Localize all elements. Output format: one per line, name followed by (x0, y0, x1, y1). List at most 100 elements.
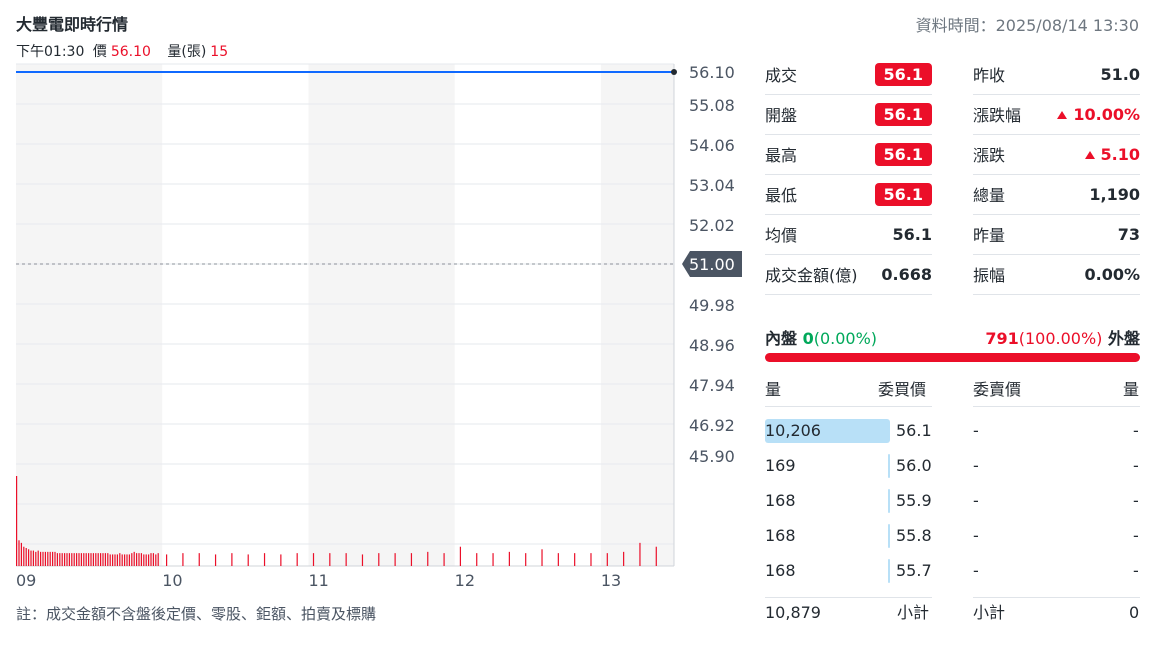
outer-value: 791 (985, 329, 1019, 348)
volume-bar (231, 553, 233, 566)
volume-bar (152, 553, 154, 566)
ask-volume: - (1133, 456, 1139, 475)
volume-bar (78, 553, 80, 566)
bid-price-header: 委買價 (878, 380, 927, 399)
last-price-dot (671, 69, 677, 75)
stat-label: 漲跌 (973, 146, 1006, 165)
bid-volume: 168 (765, 526, 796, 545)
stat-value-badge: 56.1 (874, 142, 932, 166)
volume-bar (92, 553, 94, 566)
volume-bar (85, 553, 87, 566)
volume-bar (590, 553, 592, 566)
bid-volume: 169 (765, 456, 796, 475)
y-tick-label: 49.98 (689, 296, 735, 315)
inner-label: 內盤 (765, 329, 798, 348)
ask-subtotal-label: 小計 (973, 603, 1006, 622)
divider (765, 406, 932, 407)
y-tick-label: 53.04 (689, 176, 735, 195)
volume-bar (138, 553, 140, 566)
stat-row: 總量 1,190 (973, 174, 1140, 215)
data-timestamp: 資料時間：2025/08/14 13:30 (915, 16, 1139, 35)
volume-bar (378, 553, 380, 566)
stat-value-text: 0.00% (1084, 264, 1140, 284)
volume-bar (25, 548, 27, 566)
bid-price: 55.8 (896, 526, 932, 545)
outer-pct: (100.00%) (1018, 329, 1103, 348)
volume-bar (492, 553, 494, 566)
volume-bar (541, 549, 543, 566)
bid-volume-bar (887, 559, 890, 583)
volume-bar (119, 553, 121, 566)
volume-bar (427, 551, 429, 566)
up-triangle-icon (1057, 110, 1068, 119)
volume-bar (124, 554, 126, 566)
y-tick-label: 52.02 (689, 216, 735, 235)
stat-row: 漲跌 5.10 (973, 134, 1140, 175)
stat-value-text: 73 (1117, 224, 1140, 244)
ask-volume-header: 量 (1123, 380, 1140, 399)
volume-bar (76, 553, 78, 566)
y-tick-label: 47.94 (689, 376, 735, 395)
volume-bar (128, 554, 130, 566)
volume-bar (42, 551, 44, 566)
stat-value-badge: 56.1 (874, 182, 932, 206)
volume-bar (68, 553, 70, 566)
volume-bar (49, 551, 51, 566)
stat-row: 漲跌幅 10.00% (973, 94, 1140, 135)
divider (973, 406, 1140, 407)
volume-bar (23, 546, 25, 566)
volume-bar (443, 553, 445, 566)
y-tick-label: 56.10 (689, 63, 735, 82)
bid-price: 55.7 (896, 561, 932, 580)
volume-bar (95, 553, 97, 566)
bid-volume: 168 (765, 561, 796, 580)
outer-label: 外盤 (1107, 329, 1140, 348)
volume-bar (361, 554, 364, 566)
stat-label: 成交 (765, 66, 798, 85)
volume-bar (655, 546, 657, 566)
inner-volume: 內盤 0(0.00%) (765, 325, 877, 349)
bid-total: 10,879 (765, 603, 821, 622)
volume-bar (126, 554, 128, 566)
ask-price: - (973, 421, 979, 440)
volume-bar (557, 553, 559, 566)
y-tick-label: 54.06 (689, 136, 735, 155)
stat-row: 均價 56.1 (765, 214, 932, 255)
volume-bar (140, 553, 142, 566)
volume-bar (312, 553, 315, 566)
volume-bar (133, 551, 135, 566)
stat-value: 10.00% (1057, 105, 1140, 124)
stat-label: 振幅 (973, 266, 1006, 285)
stat-value: 51.0 (1101, 65, 1140, 84)
ask-price: - (973, 526, 979, 545)
prev-close-label: 51.00 (689, 255, 735, 274)
divider (973, 597, 1140, 598)
volume-bar (182, 553, 184, 566)
volume-bar (28, 549, 30, 566)
stat-value: 1,190 (1089, 185, 1140, 204)
y-tick-label: 46.92 (689, 416, 735, 435)
stat-row: 最高 56.1 (765, 134, 932, 175)
volume-bar (16, 476, 18, 566)
volume-bar (66, 553, 68, 566)
footnote: 註：成交金額不含盤後定價、零股、鉅額、拍賣及標購 (16, 605, 377, 623)
ask-total: 0 (1129, 603, 1140, 622)
volume-bar (32, 550, 34, 566)
volume-bar (476, 553, 478, 566)
ask-volume: - (1133, 491, 1139, 510)
y-tick-label: 45.90 (689, 447, 735, 466)
intraday-chart[interactable]: 56.10 55.08 54.06 53.04 52.02 49.98 48.96 47.94… (0, 0, 760, 600)
stat-row: 成交金額(億) 0.668 (765, 254, 932, 295)
stat-row: 開盤 56.1 (765, 94, 932, 135)
stat-label: 漲跌幅 (973, 106, 1022, 125)
inner-outer-ratio-bar (765, 353, 1140, 362)
volume-bar (114, 554, 116, 566)
volume-bar (30, 550, 32, 566)
ask-price: - (973, 456, 979, 475)
stat-value-text: 51.0 (1100, 64, 1140, 84)
volume-bar (44, 551, 46, 566)
x-tick-label: 11 (308, 571, 328, 590)
volume-bar (116, 554, 118, 566)
volume-bar (329, 553, 331, 566)
volume-bar (263, 553, 266, 566)
